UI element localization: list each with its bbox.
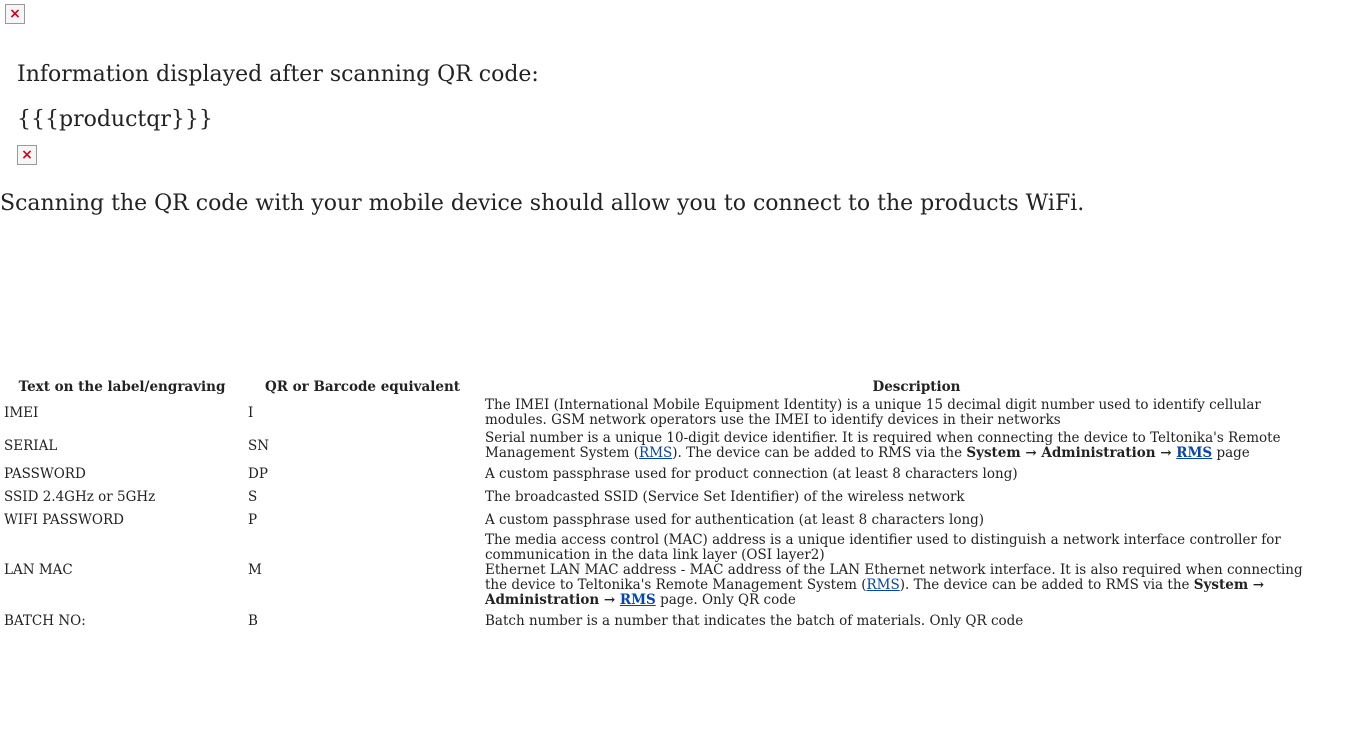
row-label: IMEI: [4, 404, 39, 421]
row-description: The media access control (MAC) address i…: [481, 532, 1352, 610]
row-description: Batch number is a number that indicates …: [485, 613, 1024, 629]
desc-text: page: [1212, 445, 1250, 461]
menu-path: System → Administration → RMS: [966, 445, 1212, 461]
table-row: IMEI I The IMEI (International Mobile Eq…: [0, 397, 1352, 430]
table-row: BATCH NO: B Batch number is a number tha…: [0, 610, 1352, 633]
table-row: PASSWORD DP A custom passphrase used for…: [0, 463, 1352, 486]
rms-page-link[interactable]: RMS: [620, 592, 656, 608]
table-row: SSID 2.4GHz or 5GHz S The broadcasted SS…: [0, 486, 1352, 509]
row-code: S: [248, 488, 258, 505]
menu-path-text: System → Administration →: [966, 445, 1177, 461]
row-code: M: [248, 562, 262, 578]
row-description: Serial number is a unique 10-digit devic…: [481, 430, 1352, 463]
row-description: A custom passphrase used for authenticat…: [485, 512, 985, 528]
desc-text: ). The device can be added to RMS via th…: [899, 577, 1194, 593]
row-code: DP: [248, 465, 268, 482]
wifi-note: Scanning the QR code with your mobile de…: [0, 191, 1085, 216]
broken-image-icon: ×: [5, 4, 25, 24]
row-label: LAN MAC: [4, 562, 73, 578]
desc-text: page. Only QR code: [655, 592, 796, 608]
table-row: SERIAL SN Serial number is a unique 10-d…: [0, 430, 1352, 463]
template-placeholder: {{{productqr}}}: [17, 107, 213, 132]
row-label: SERIAL: [4, 437, 58, 454]
row-label: SSID 2.4GHz or 5GHz: [4, 488, 156, 505]
row-description: The IMEI (International Mobile Equipment…: [485, 397, 1261, 428]
qr-codes-table: Text on the label/engraving QR or Barcod…: [0, 378, 1352, 633]
row-code: I: [248, 404, 254, 421]
rms-page-link[interactable]: RMS: [1176, 445, 1212, 461]
header-label: Text on the label/engraving: [18, 379, 226, 395]
desc-text: The media access control (MAC) address i…: [485, 532, 1281, 563]
table-row: LAN MAC M The media access control (MAC)…: [0, 532, 1352, 610]
row-code: P: [248, 511, 258, 528]
broken-image-glyph: ×: [21, 147, 33, 163]
row-description: The broadcasted SSID (Service Set Identi…: [485, 489, 965, 505]
table-header-row: Text on the label/engraving QR or Barcod…: [0, 378, 1352, 397]
table-row: WIFI PASSWORD P A custom passphrase used…: [0, 509, 1352, 532]
row-label: WIFI PASSWORD: [4, 511, 124, 528]
page: × Information displayed after scanning Q…: [0, 0, 1358, 754]
qr-code-broken-image-icon: ×: [17, 145, 37, 165]
broken-image-glyph: ×: [9, 6, 21, 22]
intro-heading: Information displayed after scanning QR …: [17, 62, 539, 87]
header-code: QR or Barcode equivalent: [264, 379, 461, 395]
row-code: B: [248, 612, 258, 629]
rms-link[interactable]: RMS: [639, 445, 672, 461]
row-code: SN: [248, 437, 270, 454]
row-description: A custom passphrase used for product con…: [485, 466, 1018, 482]
rms-link[interactable]: RMS: [866, 577, 899, 593]
desc-text: ). The device can be added to RMS via th…: [672, 445, 967, 461]
header-description: Description: [872, 379, 961, 395]
row-label: BATCH NO:: [4, 612, 86, 629]
row-label: PASSWORD: [4, 465, 86, 482]
